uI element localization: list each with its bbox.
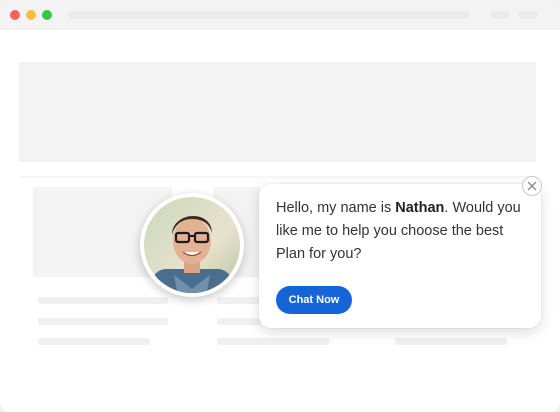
- toolbar-placeholder: [490, 11, 510, 19]
- chat-invite-message: Hello, my name is Nathan. Would you like…: [276, 200, 521, 262]
- chat-now-button[interactable]: Chat Now: [276, 286, 352, 314]
- agent-avatar: [140, 193, 244, 297]
- text-line-placeholder: [395, 338, 507, 345]
- close-window-dot[interactable]: [10, 10, 20, 20]
- maximize-window-dot[interactable]: [42, 10, 52, 20]
- text-line-placeholder: [217, 318, 261, 325]
- agent-name: Nathan: [395, 200, 445, 216]
- agent-photo: [144, 197, 240, 293]
- minimize-window-dot[interactable]: [26, 10, 36, 20]
- chat-invite-popup: Hello, my name is Nathan. Would you like…: [259, 184, 541, 328]
- browser-window: Hello, my name is Nathan. Would you like…: [0, 0, 560, 412]
- address-bar[interactable]: [68, 11, 470, 19]
- title-bar: [0, 0, 560, 30]
- close-popup-button[interactable]: [522, 176, 542, 196]
- text-line-placeholder: [38, 318, 168, 325]
- divider: [19, 176, 536, 178]
- close-icon: [527, 181, 537, 191]
- text-line-placeholder: [38, 297, 168, 304]
- text-line-placeholder: [217, 297, 261, 304]
- text-line-placeholder: [38, 338, 150, 345]
- hero-placeholder: [19, 62, 536, 162]
- text-line-placeholder: [217, 338, 329, 345]
- toolbar-placeholder: [518, 11, 538, 19]
